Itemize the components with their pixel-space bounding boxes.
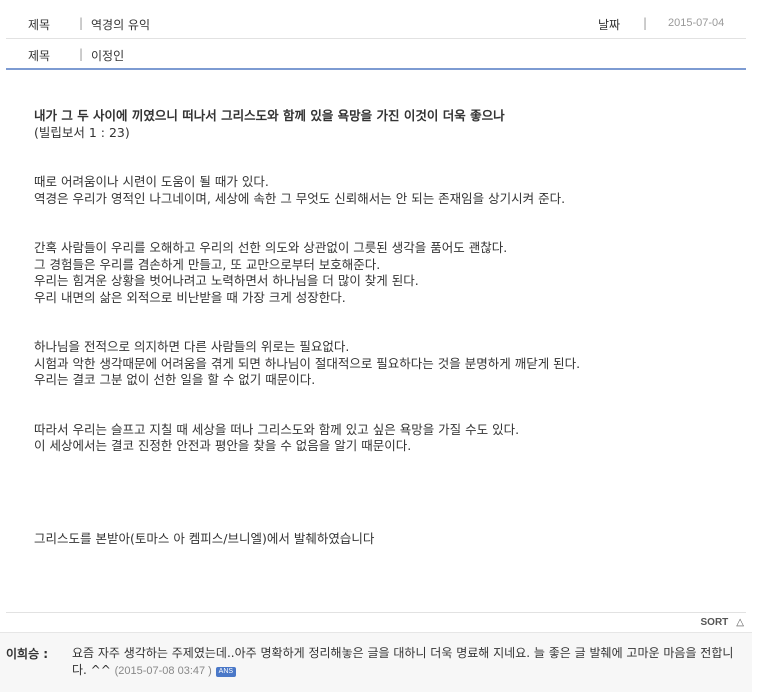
- paragraph-line: 우리는 결코 그분 없이 선한 일을 할 수 없기 때문이다.: [34, 372, 316, 387]
- header-row-author: 제목 | 이정인: [6, 38, 746, 69]
- header-divider: [6, 68, 746, 70]
- separator: |: [643, 16, 648, 30]
- sort-label: SORT: [700, 617, 729, 628]
- author-label: 제목: [28, 49, 51, 63]
- header-row-title: 제목 | 역경의 유익 날짜 | 2015-07-04: [6, 8, 746, 38]
- post-title: 역경의 유익: [91, 18, 151, 32]
- reply-badge[interactable]: ANS: [215, 667, 237, 677]
- comment-author: 이희승 :: [6, 647, 49, 661]
- sort-button[interactable]: SORT △: [701, 617, 744, 628]
- comment-date: (2015-07-08 03:47 ): [114, 665, 212, 677]
- triangle-up-icon: △: [736, 617, 744, 628]
- paragraph-line: 간혹 사람들이 우리를 오해하고 우리의 선한 의도와 상관없이 그릇된 생각을…: [34, 240, 508, 255]
- post-date: 2015-07-04: [668, 17, 725, 29]
- separator: |: [79, 47, 84, 61]
- comment-item: 이희승 : 요즘 자주 생각하는 주제였는데..아주 명확하게 정리해놓은 글을…: [0, 632, 752, 692]
- paragraph-line: 우리는 힘겨운 상황을 벗어나려고 노력하면서 하나님을 더 많이 찾게 된다.: [34, 273, 419, 288]
- paragraph-line: 하나님을 전적으로 의지하면 다른 사람들의 위로는 필요없다.: [34, 339, 350, 354]
- separator: |: [79, 16, 84, 30]
- source-note: 그리스도를 본받아(토마스 아 켐피스/브니엘)에서 발췌하였습니다: [34, 530, 375, 546]
- paragraph-line: 따라서 우리는 슬프고 지칠 때 세상을 떠나 그리스도와 함께 있고 싶은 욕…: [34, 421, 520, 437]
- date-label: 날짜: [598, 18, 621, 32]
- verse-heading: 내가 그 두 사이에 끼였으니 떠나서 그리스도와 함께 있을 욕망을 가진 이…: [34, 108, 505, 123]
- verse-reference: (빌립보서 1 : 23): [34, 124, 130, 140]
- paragraph-line: 그 경험들은 우리를 겸손하게 만들고, 또 교만으로부터 보호해준다.: [34, 256, 381, 272]
- comment-sort-bar: SORT △: [6, 612, 746, 633]
- paragraph-line: 역경은 우리가 영적인 나그네이며, 세상에 속한 그 무엇도 신뢰해서는 안 …: [34, 190, 566, 206]
- post-body: 내가 그 두 사이에 끼였으니 떠나서 그리스도와 함께 있을 욕망을 가진 이…: [34, 108, 734, 547]
- paragraph-line: 우리 내면의 삶은 외적으로 비난받을 때 가장 크게 성장한다.: [34, 289, 346, 305]
- paragraph-line: 이 세상에서는 결코 진정한 안전과 평안을 찾을 수 없음을 알기 때문이다.: [34, 438, 412, 453]
- comment-body: 요즘 자주 생각하는 주제였는데..아주 명확하게 정리해놓은 글을 대하니 더…: [72, 645, 748, 680]
- title-label: 제목: [28, 18, 51, 32]
- post-author: 이정인: [91, 49, 125, 63]
- paragraph-line: 때로 어려움이나 시련이 도움이 될 때가 있다.: [34, 174, 269, 189]
- paragraph-line: 시험과 악한 생각때문에 어려움을 겪게 되면 하나님이 절대적으로 필요하다는…: [34, 355, 581, 371]
- post-view: 제목 | 역경의 유익 날짜 | 2015-07-04 제목 | 이정인 내가 …: [0, 0, 759, 692]
